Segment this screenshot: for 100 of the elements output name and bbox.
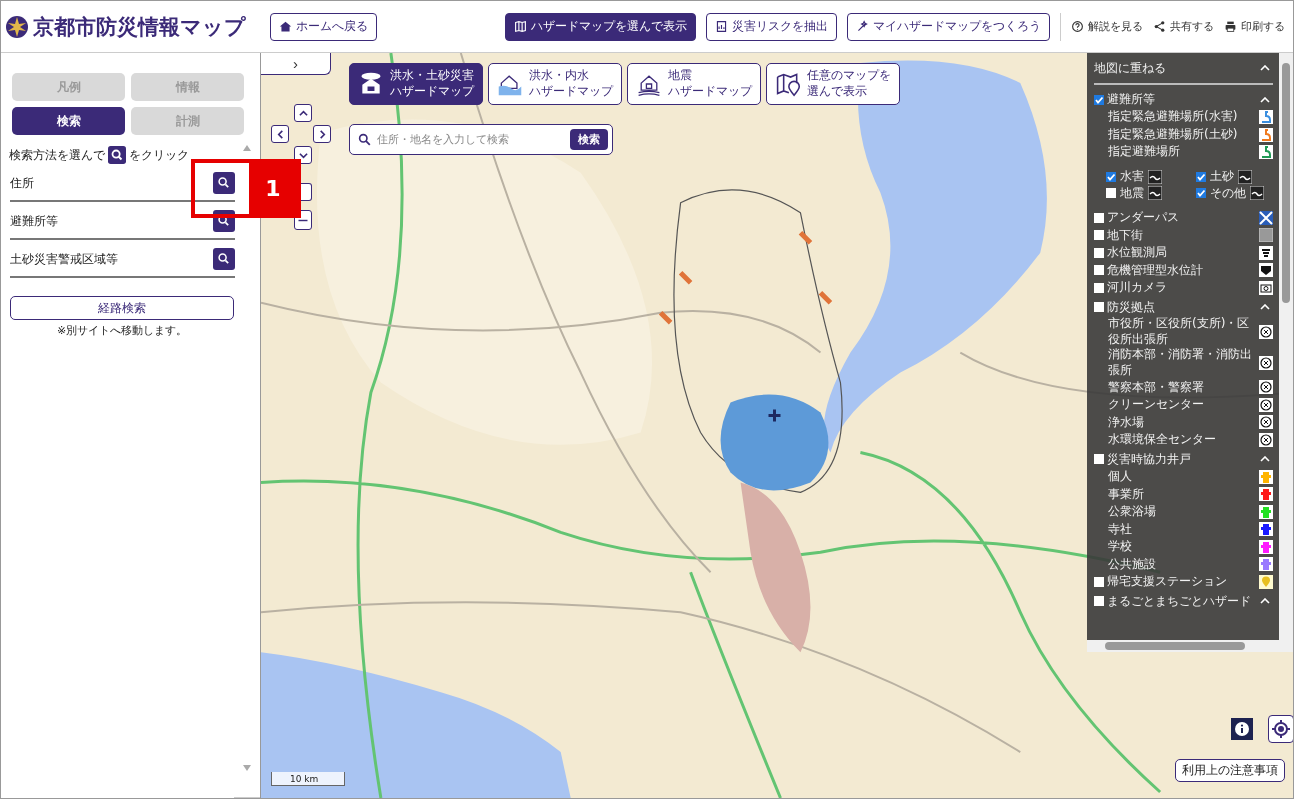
site-title[interactable]: 京都市防災情報マップ [33, 12, 246, 41]
well-pump-icon [1259, 504, 1273, 519]
collapse-icon[interactable] [1260, 598, 1270, 605]
collapse-icon[interactable] [1260, 96, 1270, 103]
scrollbar-thumb[interactable] [1105, 642, 1245, 650]
header-action-button[interactable]: ハザードマップを選んで表示 [505, 12, 696, 41]
hazard-type-icon [1148, 169, 1162, 184]
search-button[interactable] [213, 172, 235, 194]
facility-symbol-icon [1259, 324, 1273, 339]
collapse-icon[interactable] [1260, 456, 1270, 463]
usage-notes-button[interactable]: 利用上の注意事項 [1175, 759, 1285, 782]
map-pin-icon [775, 71, 801, 97]
layer-label: 河川カメラ [1107, 280, 1168, 296]
layer-label: 水位観測局 [1107, 245, 1168, 261]
layer-label: まるごとまちごとハザード [1107, 593, 1252, 610]
header-link[interactable]: 解説を見る [1071, 19, 1143, 34]
well-pump-icon [1259, 539, 1273, 554]
pan-right-button[interactable] [313, 125, 331, 143]
panel-title: 地図に重ねる [1094, 60, 1166, 76]
filter-checkbox[interactable] [1195, 171, 1206, 182]
camera-icon [1259, 280, 1273, 295]
pan-left-button[interactable] [271, 125, 289, 143]
layer-label: 避難所等 [1107, 91, 1156, 108]
pin-icon [1259, 574, 1273, 589]
hazard-map-button[interactable]: 地震 ハザードマップ [627, 63, 761, 105]
search-icon [217, 176, 231, 190]
header-action-button[interactable]: マイハザードマップをつくろう [847, 12, 1050, 41]
filter-label: 地震 [1120, 185, 1144, 202]
layer-label: 学校 [1108, 539, 1133, 555]
route-search-button[interactable]: 経路検索 [10, 296, 234, 320]
wand-icon [856, 20, 869, 33]
facility-symbol-icon [1259, 397, 1273, 412]
expand-sidebar-button[interactable]: › [261, 53, 331, 75]
header-link[interactable]: 印刷する [1224, 19, 1285, 34]
layer-checkbox[interactable] [1094, 230, 1104, 241]
layer-label: 浄水場 [1108, 414, 1145, 431]
pan-up-button[interactable] [294, 104, 312, 122]
layer-label: 指定緊急避難場所(土砂) [1108, 126, 1239, 143]
header-link[interactable]: 共有する [1153, 19, 1214, 34]
filter-label: 水害 [1120, 169, 1144, 185]
search-method-label: 避難所等 [10, 212, 58, 230]
collapse-icon[interactable] [1260, 65, 1270, 71]
zoom-in-button[interactable] [301, 183, 312, 201]
layer-checkbox[interactable] [1094, 247, 1104, 258]
layer-checkbox[interactable] [1094, 282, 1104, 293]
current-location-button[interactable] [1268, 715, 1293, 743]
hazard-map-button[interactable]: 洪水・土砂災害 ハザードマップ [349, 63, 483, 105]
info-button[interactable] [1231, 718, 1253, 740]
cross-icon [1259, 210, 1273, 225]
well-pump-icon [1259, 522, 1273, 537]
filter-checkbox[interactable] [1195, 188, 1206, 199]
layer-checkbox[interactable] [1094, 265, 1104, 276]
layer-checkbox[interactable] [1094, 212, 1104, 223]
filter-label: 土砂 [1209, 169, 1234, 185]
layer-checkbox[interactable] [1094, 454, 1104, 465]
home-icon [279, 20, 292, 33]
chart-icon [715, 20, 728, 33]
filter-checkbox[interactable] [1106, 188, 1116, 199]
layer-label: 消防本部・消防署・消防出張所 [1108, 347, 1253, 379]
layer-label: 地下街 [1107, 227, 1144, 244]
layer-checkbox[interactable] [1094, 576, 1104, 587]
search-button[interactable]: 検索 [570, 129, 608, 150]
search-method-label: 住所 [10, 174, 34, 192]
facility-symbol-icon [1259, 355, 1273, 370]
search-icon [217, 252, 231, 266]
collapse-icon[interactable] [1260, 304, 1270, 311]
layer-label: 事業所 [1108, 486, 1145, 503]
search-button[interactable] [213, 248, 235, 270]
layer-label: 個人 [1108, 469, 1133, 485]
hazard-map-button[interactable]: 任意のマップを 選んで表示 [766, 63, 900, 105]
layer-label: 指定避難場所 [1108, 144, 1181, 161]
layer-label: 公衆浴場 [1108, 504, 1157, 520]
filter-checkbox[interactable] [1106, 171, 1116, 182]
layer-label: 災害時協力井戸 [1107, 451, 1192, 468]
layer-checkbox[interactable] [1094, 596, 1104, 607]
chevron-up-icon [298, 108, 308, 118]
layer-label: 帰宅支援ステーション [1107, 574, 1228, 590]
layer-label: 公共施設 [1108, 556, 1157, 573]
instruction-text: 検索方法を選んで [9, 146, 105, 164]
header-action-button[interactable]: 災害リスクを抽出 [706, 12, 837, 41]
layer-checkbox[interactable] [1094, 302, 1104, 313]
facility-symbol-icon [1259, 415, 1273, 430]
chevron-left-icon [275, 129, 285, 139]
instruction-text: をクリック [129, 146, 189, 164]
shield-icon [1259, 263, 1273, 278]
filter-label: その他 [1209, 185, 1246, 202]
facility-symbol-icon [1259, 380, 1273, 395]
search-field[interactable]: 住所・地名を入力して検索 検索 [349, 124, 613, 155]
hazard-type-icon [1249, 186, 1264, 201]
layer-label: 警察本部・警察署 [1108, 379, 1205, 396]
sidebar-tab[interactable]: 検索 [12, 107, 125, 135]
layer-label: アンダーパス [1107, 210, 1180, 226]
hazard-map-button[interactable]: 洪水・内水 ハザードマップ [488, 63, 622, 105]
home-button[interactable]: ホームへ戻る [270, 12, 377, 41]
help-icon [1071, 20, 1084, 33]
layer-checkbox[interactable] [1094, 94, 1104, 105]
well-pump-icon [1259, 469, 1273, 484]
well-pump-icon [1259, 557, 1273, 572]
layer-label: クリーンセンター [1108, 397, 1205, 413]
scrollbar-thumb[interactable] [1282, 63, 1290, 303]
